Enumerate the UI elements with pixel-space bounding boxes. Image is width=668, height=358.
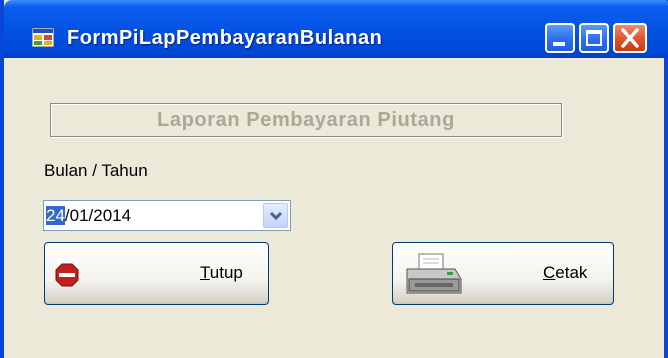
maximize-button[interactable] xyxy=(579,23,609,53)
minimize-icon xyxy=(553,42,565,46)
window-title: FormPiLapPembayaranBulanan xyxy=(67,27,383,49)
period-label: Bulan / Tahun xyxy=(44,161,148,180)
date-rest: /01/2014 xyxy=(64,206,132,225)
stop-sign-icon xyxy=(55,263,79,287)
app-icon xyxy=(32,28,54,47)
close-icon xyxy=(621,28,639,48)
title-bar[interactable]: FormPiLapPembayaranBulanan xyxy=(4,0,668,58)
close-window-button[interactable] xyxy=(613,23,647,53)
date-picker[interactable]: 24/01/2014 xyxy=(43,200,291,231)
print-button[interactable]: Cetak xyxy=(392,242,614,305)
close-form-button[interactable]: Tutup xyxy=(44,242,269,305)
printer-icon xyxy=(406,253,462,294)
maximize-icon xyxy=(586,30,602,46)
close-form-label: Tutup xyxy=(200,263,243,282)
app-window: FormPiLapPembayaranBulanan Laporan Pemba… xyxy=(0,0,668,358)
report-heading: Laporan Pembayaran Piutang xyxy=(50,103,562,137)
date-value[interactable]: 24/01/2014 xyxy=(46,206,131,226)
date-dropdown-button[interactable] xyxy=(263,203,288,228)
minimize-button[interactable] xyxy=(545,23,575,53)
chevron-down-icon xyxy=(269,211,283,221)
date-selected-part: 24 xyxy=(46,206,65,225)
print-label: Cetak xyxy=(543,263,588,282)
